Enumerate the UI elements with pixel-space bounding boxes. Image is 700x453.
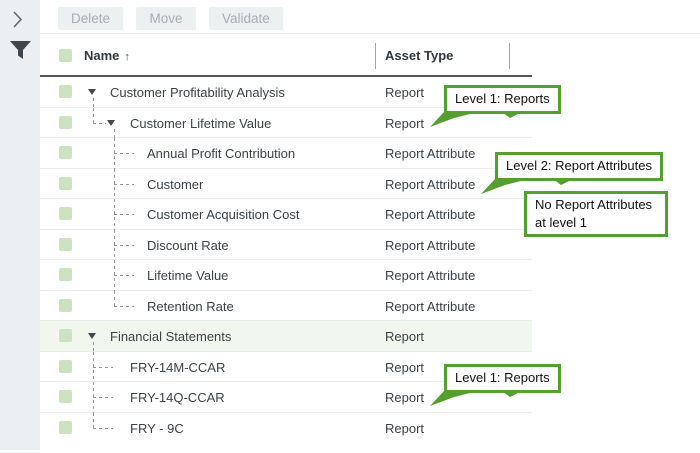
asset-name-cell: FRY - 9C <box>130 421 184 436</box>
row-checkbox[interactable] <box>59 421 72 434</box>
asset-name-cell: Discount Rate <box>147 238 229 253</box>
asset-name-cell: Customer Profitability Analysis <box>110 85 285 100</box>
move-button[interactable]: Move <box>136 7 195 30</box>
row-checkbox[interactable] <box>59 207 72 220</box>
callout-tail <box>430 112 530 129</box>
callout-text: Level 2: Report Attributes <box>506 158 652 173</box>
filter-sidebar <box>0 0 40 450</box>
collapse-icon[interactable] <box>88 333 96 339</box>
annotation-callout: Level 1: Reports <box>444 364 561 393</box>
annotation-callout: Level 2: Report Attributes <box>495 152 663 181</box>
collapse-icon[interactable] <box>88 89 96 95</box>
row-checkbox[interactable] <box>59 268 72 281</box>
asset-name-cell: Customer Lifetime Value <box>130 116 271 131</box>
tree-branch-line <box>93 123 106 124</box>
tree-branch-line <box>114 275 134 276</box>
asset-type-cell: Report <box>385 329 424 344</box>
row-checkbox[interactable] <box>59 116 72 129</box>
callout-tail <box>430 391 530 408</box>
asset-table-screen: Delete Move Validate Name↑ Asset Type Cu… <box>0 0 700 453</box>
tree-branch-line <box>114 184 134 185</box>
table-row[interactable]: Financial Statements Report <box>40 321 532 352</box>
table-row[interactable]: Lifetime Value Report Attribute <box>40 260 532 291</box>
column-resize-handle[interactable] <box>375 43 376 69</box>
tree-branch-line <box>114 214 134 215</box>
asset-type-cell: Report <box>385 390 424 405</box>
row-checkbox[interactable] <box>59 329 72 342</box>
asset-type-cell: Report <box>385 421 424 436</box>
row-checkbox[interactable] <box>59 238 72 251</box>
select-all-checkbox[interactable] <box>59 49 72 62</box>
column-resize-handle[interactable] <box>509 43 510 69</box>
table-row[interactable]: FRY - 9C Report <box>40 413 532 444</box>
tree-guide-line <box>93 413 94 429</box>
asset-name-cell: Customer Acquisition Cost <box>147 207 299 222</box>
row-checkbox[interactable] <box>59 390 72 403</box>
validate-button[interactable]: Validate <box>209 7 283 30</box>
tree-branch-line <box>114 306 134 307</box>
row-checkbox[interactable] <box>59 177 72 190</box>
annotation-callout: No Report Attributes at level 1 <box>524 191 668 237</box>
row-checkbox[interactable] <box>59 85 72 98</box>
tree-guide-line <box>114 129 115 139</box>
asset-type-cell: Report Attribute <box>385 299 475 314</box>
delete-button[interactable]: Delete <box>58 7 123 30</box>
row-checkbox[interactable] <box>59 299 72 312</box>
tree-branch-line <box>93 367 113 368</box>
tree-branch-line <box>114 245 134 246</box>
asset-name-cell: FRY-14Q-CCAR <box>130 390 225 405</box>
asset-name-cell: Annual Profit Contribution <box>147 146 295 161</box>
asset-type-cell: Report Attribute <box>385 207 475 222</box>
filter-icon[interactable] <box>10 41 31 65</box>
sort-asc-icon: ↑ <box>124 51 130 63</box>
asset-name-cell: Lifetime Value <box>147 268 228 283</box>
asset-type-cell: Report <box>385 116 424 131</box>
tree-guide-line <box>93 342 94 352</box>
asset-name-cell: Financial Statements <box>110 329 231 344</box>
asset-type-cell: Report Attribute <box>385 268 475 283</box>
table-row[interactable]: Retention Rate Report Attribute <box>40 291 532 322</box>
asset-type-cell: Report <box>385 85 424 100</box>
toolbar: Delete Move Validate <box>40 0 700 34</box>
tree-guide-line <box>93 98 94 108</box>
tree-branch-line <box>93 428 113 429</box>
tree-guide-line <box>114 291 115 307</box>
callout-text: Level 1: Reports <box>455 370 550 385</box>
table-row[interactable]: Customer Acquisition Cost Report Attribut… <box>40 199 532 230</box>
expand-panel-icon[interactable] <box>13 11 23 33</box>
asset-type-cell: Report Attribute <box>385 238 475 253</box>
asset-type-cell: Report Attribute <box>385 146 475 161</box>
tree-guide-line <box>93 108 94 124</box>
callout-text: Level 1: Reports <box>455 91 550 106</box>
tree-branch-line <box>93 397 113 398</box>
asset-name-cell: Customer <box>147 177 203 192</box>
collapse-icon[interactable] <box>107 120 115 126</box>
asset-name-cell: FRY-14M-CCAR <box>130 360 225 375</box>
table-row[interactable]: Customer Report Attribute <box>40 169 532 200</box>
column-header-asset-type[interactable]: Asset Type <box>385 48 453 63</box>
annotation-callout: Level 1: Reports <box>444 85 561 114</box>
asset-type-cell: Report <box>385 360 424 375</box>
row-checkbox[interactable] <box>59 146 72 159</box>
tree-branch-line <box>114 153 134 154</box>
callout-text: No Report Attributes at level 1 <box>535 197 652 230</box>
table-header-row: Name↑ Asset Type <box>40 35 532 77</box>
column-header-name[interactable]: Name↑ <box>84 48 130 63</box>
table-row[interactable]: Discount Rate Report Attribute <box>40 230 532 261</box>
asset-type-cell: Report Attribute <box>385 177 475 192</box>
row-checkbox[interactable] <box>59 360 72 373</box>
table-row[interactable]: Annual Profit Contribution Report Attribu… <box>40 138 532 169</box>
asset-name-cell: Retention Rate <box>147 299 234 314</box>
